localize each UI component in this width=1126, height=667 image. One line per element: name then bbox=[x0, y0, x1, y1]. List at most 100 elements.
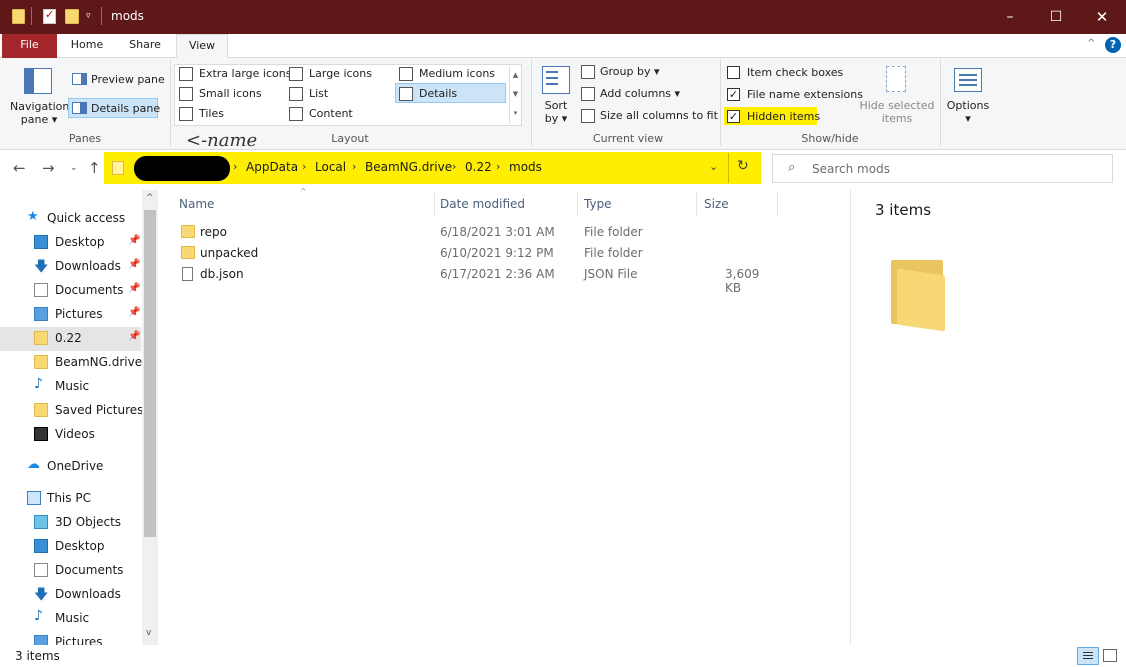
pictures-icon bbox=[34, 635, 48, 645]
navigation-pane-button[interactable]: Navigation pane ▾ bbox=[10, 100, 70, 126]
table-row[interactable]: db.json 6/17/2021 2:36 AM JSON File 3,60… bbox=[177, 264, 777, 295]
redacted-username bbox=[134, 156, 230, 181]
layout-small-icons[interactable]: Small icons bbox=[199, 87, 262, 100]
nav-scrollbar[interactable]: ^ v bbox=[142, 190, 158, 645]
nav-item-3d-objects[interactable]: 3D Objects bbox=[0, 511, 141, 535]
small-icons-icon bbox=[179, 87, 193, 101]
breadcrumb-mods[interactable]: mods bbox=[509, 160, 542, 174]
recent-locations-icon[interactable]: ⌄ bbox=[70, 163, 78, 173]
help-icon[interactable]: ? bbox=[1105, 37, 1121, 53]
layout-extra-large-icons[interactable]: Extra large icons bbox=[199, 67, 291, 80]
details-icon bbox=[399, 87, 413, 101]
hide-selected-items-icon bbox=[886, 66, 906, 92]
scroll-down-icon[interactable]: v bbox=[146, 628, 151, 638]
new-folder-icon[interactable] bbox=[65, 9, 79, 24]
breadcrumb-beamng[interactable]: BeamNG.drive bbox=[365, 160, 452, 174]
maximize-button[interactable]: ☐ bbox=[1033, 0, 1079, 34]
nav-item-pictures[interactable]: Pictures bbox=[0, 631, 141, 645]
customize-toolbar-icon[interactable]: ▿ bbox=[86, 11, 91, 27]
close-button[interactable]: ✕ bbox=[1079, 0, 1125, 34]
tab-share[interactable]: Share bbox=[120, 34, 170, 58]
nav-item-documents[interactable]: Documents bbox=[0, 559, 141, 583]
column-header-name[interactable]: Name bbox=[179, 197, 214, 211]
minimize-button[interactable]: – bbox=[987, 0, 1033, 34]
breadcrumb-local[interactable]: Local bbox=[315, 160, 346, 174]
nav-item-beamng[interactable]: BeamNG.drive bbox=[0, 351, 143, 375]
tab-file[interactable]: File bbox=[2, 34, 57, 58]
nav-item-documents[interactable]: Documents 📌 bbox=[0, 279, 141, 303]
tab-view[interactable]: View bbox=[176, 34, 228, 59]
details-view-button[interactable] bbox=[1077, 647, 1099, 665]
tab-home[interactable]: Home bbox=[62, 34, 112, 58]
desktop-icon bbox=[34, 539, 48, 553]
search-input[interactable]: Search mods bbox=[812, 162, 890, 176]
nav-item-downloads[interactable]: 🡇 Downloads 📌 bbox=[0, 255, 141, 279]
refresh-icon[interactable]: ↻ bbox=[737, 158, 749, 174]
nav-item-music[interactable]: ♪ Music bbox=[0, 607, 141, 631]
nav-quick-access[interactable]: ★ Quick access bbox=[0, 207, 141, 231]
up-arrow-icon[interactable]: ↑ bbox=[88, 159, 101, 177]
back-arrow-icon[interactable]: ← bbox=[13, 159, 26, 177]
scroll-up-icon[interactable]: ^ bbox=[146, 193, 154, 203]
nav-item-0-22[interactable]: 0.22 📌 bbox=[0, 327, 141, 351]
nav-item-saved-pictures[interactable]: Saved Pictures bbox=[0, 399, 143, 423]
collapse-ribbon-icon[interactable]: ^ bbox=[1087, 38, 1095, 49]
download-icon: 🡇 bbox=[34, 259, 49, 275]
nav-onedrive[interactable]: ☁ OneDrive bbox=[0, 455, 141, 479]
tiles-icon bbox=[179, 107, 193, 121]
group-by-button[interactable]: Group by ▾ bbox=[600, 65, 660, 78]
table-row[interactable]: repo 6/18/2021 3:01 AM File folder bbox=[177, 222, 777, 243]
nav-item-music[interactable]: ♪ Music bbox=[0, 375, 141, 399]
status-bar: 3 items bbox=[0, 645, 1126, 667]
nav-item-downloads[interactable]: 🡇 Downloads bbox=[0, 583, 141, 607]
layout-details[interactable]: Details bbox=[419, 87, 457, 100]
size-all-columns-button[interactable]: Size all columns to fit bbox=[600, 109, 718, 122]
medium-icons-icon bbox=[399, 67, 413, 81]
hide-selected-label-1: Hide selected bbox=[859, 99, 935, 112]
folder-icon bbox=[181, 225, 195, 238]
layout-list[interactable]: List bbox=[309, 87, 328, 100]
add-columns-button[interactable]: Add columns ▾ bbox=[600, 87, 680, 100]
breadcrumb-version[interactable]: 0.22 bbox=[465, 160, 492, 174]
hidden-items-checkbox[interactable]: ✓ bbox=[727, 110, 740, 123]
item-check-boxes-checkbox[interactable] bbox=[727, 66, 740, 79]
table-row[interactable]: unpacked 6/10/2021 9:12 PM File folder bbox=[177, 243, 777, 264]
layout-medium-icons[interactable]: Medium icons bbox=[419, 67, 495, 80]
breadcrumb-appdata[interactable]: AppData bbox=[246, 160, 298, 174]
pin-icon: 📌 bbox=[128, 307, 141, 318]
layout-tiles[interactable]: Tiles bbox=[199, 107, 224, 120]
nav-item-label: 0.22 bbox=[55, 331, 82, 345]
column-separator[interactable] bbox=[434, 192, 435, 216]
navigation-pane-icon[interactable] bbox=[24, 68, 52, 94]
nav-item-label: BeamNG.drive bbox=[55, 355, 143, 369]
address-dropdown-icon[interactable]: ⌄ bbox=[709, 160, 718, 173]
layout-content[interactable]: Content bbox=[309, 107, 353, 120]
column-separator[interactable] bbox=[696, 192, 697, 216]
search-box[interactable]: ⌕ Search mods bbox=[772, 154, 1113, 183]
options-button[interactable]: Options ▾ bbox=[943, 99, 993, 125]
hide-selected-items-button[interactable]: Hide selected items bbox=[857, 99, 937, 125]
forward-arrow-icon[interactable]: → bbox=[42, 159, 55, 177]
properties-icon[interactable]: ✓ bbox=[43, 8, 56, 24]
pin-icon: 📌 bbox=[128, 283, 141, 294]
column-separator[interactable] bbox=[577, 192, 578, 216]
column-header-type[interactable]: Type bbox=[584, 197, 612, 211]
layout-large-icons[interactable]: Large icons bbox=[309, 67, 372, 80]
nav-item-label: Downloads bbox=[55, 587, 121, 601]
scroll-thumb[interactable] bbox=[144, 210, 156, 537]
layout-gallery-scroll[interactable]: ▲ ▼ ▾ bbox=[509, 66, 521, 124]
sort-by-button[interactable]: Sort by ▾ bbox=[540, 99, 572, 125]
sort-by-label-2: by bbox=[544, 112, 559, 125]
nav-item-desktop[interactable]: Desktop bbox=[0, 535, 141, 559]
large-icons-view-button[interactable] bbox=[1103, 649, 1117, 662]
column-header-size[interactable]: Size bbox=[704, 197, 729, 211]
navigation-pane-label-1: Navigation bbox=[10, 100, 70, 113]
preview-pane-button[interactable]: Preview pane bbox=[91, 73, 165, 86]
file-name-extensions-checkbox[interactable]: ✓ bbox=[727, 88, 740, 101]
nav-item-videos[interactable]: Videos bbox=[0, 423, 141, 447]
nav-this-pc[interactable]: This PC bbox=[0, 487, 141, 511]
column-header-date[interactable]: Date modified bbox=[440, 197, 525, 211]
nav-item-pictures[interactable]: Pictures 📌 bbox=[0, 303, 141, 327]
nav-item-desktop[interactable]: Desktop 📌 bbox=[0, 231, 141, 255]
column-separator[interactable] bbox=[777, 192, 778, 216]
